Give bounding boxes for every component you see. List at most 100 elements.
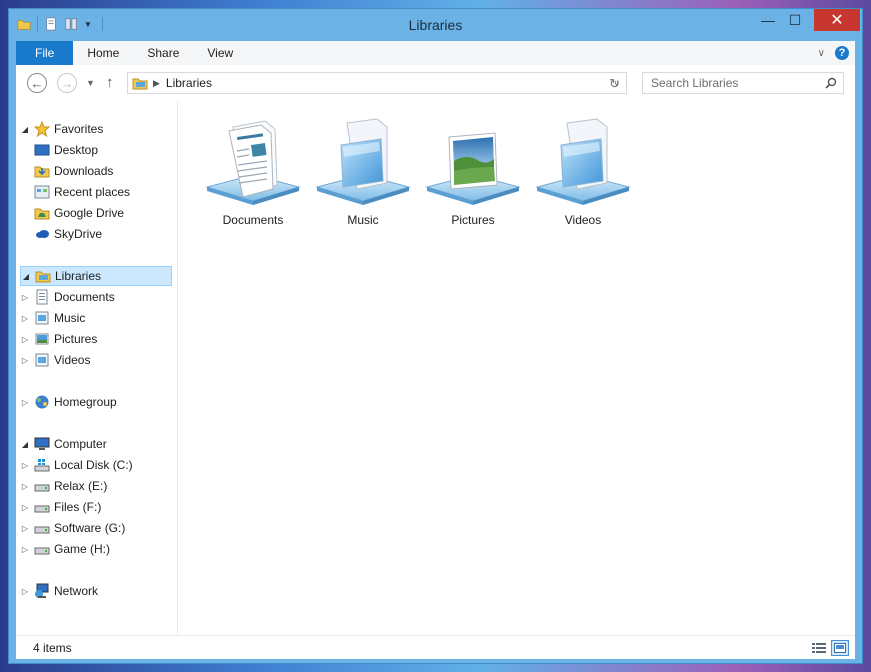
address-bar[interactable]: ▶ Libraries ∨ [127,72,627,94]
forward-button[interactable]: → [57,73,77,93]
expand-arrow-icon[interactable]: ▷ [20,356,30,365]
sidebar-item-label: Network [54,584,99,598]
library-item-music[interactable]: Music [308,117,418,227]
tab-file[interactable]: File [16,41,74,65]
up-arrow-icon[interactable]: ↑ [106,74,114,91]
sidebar-item-libraries[interactable]: ◢ Libraries [20,266,172,286]
maximize-icon: ☐ [788,11,802,28]
expand-arrow-icon[interactable]: ▷ [20,314,30,323]
search-input[interactable] [651,76,811,90]
file-view[interactable]: Documents Music Pictures Videos [178,101,855,635]
navigation-bar: ← → ▼ ↑ ▶ Libraries ∨ ↻ [16,65,855,102]
search-icon[interactable] [825,77,837,89]
sidebar-item-local-disk-c[interactable]: ▷ Local Disk (C:) [20,455,172,475]
sidebar-item-label: Pictures [54,332,98,346]
sidebar-item-label: Game (H:) [54,542,111,556]
details-view-icon [812,642,826,653]
expand-arrow-icon[interactable]: ▷ [20,482,30,491]
sidebar-item-label: Videos [54,353,91,367]
navigation-pane[interactable]: ◢ Favorites Desktop Downloads Recent pla… [16,101,178,635]
sidebar-item-relax-e[interactable]: ▷ Relax (E:) [20,476,172,496]
network-icon [35,583,49,598]
sidebar-item-videos[interactable]: ▷ Videos [20,350,172,370]
tab-view[interactable]: View [193,41,247,65]
sidebar-item-network[interactable]: ▷ Network [20,581,172,601]
local-disk-icon [34,459,50,472]
star-icon [34,121,50,137]
refresh-icon[interactable]: ↻ [609,76,620,92]
item-count: 4 items [33,640,72,655]
sidebar-item-software-g[interactable]: ▷ Software (G:) [20,518,172,538]
title-bar[interactable]: ▼ Libraries — ☐ ✕ [9,9,862,41]
close-icon: ✕ [830,12,844,29]
library-label: Documents [222,213,284,227]
expand-arrow-icon[interactable]: ▷ [20,398,30,407]
sidebar-item-label: Files (F:) [54,500,102,514]
forward-arrow-icon: → [60,75,74,91]
expand-arrow-icon[interactable]: ▷ [20,524,30,533]
sidebar-item-pictures[interactable]: ▷ Pictures [20,329,172,349]
tab-home[interactable]: Home [73,41,133,65]
sidebar-item-favorites[interactable]: ◢ Favorites [20,119,172,139]
sidebar-item-computer[interactable]: ◢ Computer [20,434,172,454]
videos-icon [35,353,49,367]
collapse-arrow-icon[interactable]: ◢ [20,440,30,449]
back-button[interactable]: ← [27,73,47,93]
collapse-arrow-icon[interactable]: ◢ [21,272,31,281]
sidebar-item-label: Favorites [54,122,104,136]
sidebar-item-label: Google Drive [54,206,125,220]
homegroup-icon [35,395,49,409]
expand-arrow-icon[interactable]: ▷ [20,293,30,302]
tab-share[interactable]: Share [133,41,193,65]
sidebar-item-label: Downloads [54,164,114,178]
expand-arrow-icon[interactable]: ▷ [20,503,30,512]
sidebar-item-label: SkyDrive [54,227,103,241]
sidebar-item-label: Recent places [54,185,131,199]
library-item-videos[interactable]: Videos [528,117,638,227]
expand-arrow-icon[interactable]: ▷ [20,335,30,344]
sidebar-item-files-f[interactable]: ▷ Files (F:) [20,497,172,517]
library-item-documents[interactable]: Documents [198,117,308,227]
large-icons-view-icon [834,642,846,653]
expand-ribbon-chevron-icon[interactable]: ∨ [818,48,825,59]
recent-locations-chevron-icon[interactable]: ▼ [86,78,95,88]
window-title: Libraries [408,17,463,33]
sidebar-item-recent-places[interactable]: Recent places [20,182,172,202]
search-box[interactable] [642,72,844,94]
minimize-button[interactable]: — [754,9,782,31]
drive-icon [34,526,50,534]
maximize-button[interactable]: ☐ [782,9,808,31]
back-arrow-icon: ← [30,75,44,91]
minimize-icon: — [761,12,775,28]
sidebar-item-music[interactable]: ▷ Music [20,308,172,328]
music-library-icon [315,118,411,205]
large-icons-view-button[interactable] [831,639,849,656]
expand-arrow-icon[interactable]: ▷ [20,545,30,554]
sidebar-item-documents[interactable]: ▷ Documents [20,287,172,307]
ribbon-tabs: File Home Share View ∨ ? [16,41,855,65]
sidebar-item-google-drive[interactable]: Google Drive [20,203,172,223]
sidebar-item-downloads[interactable]: Downloads [20,161,172,181]
sidebar-item-desktop[interactable]: Desktop [20,140,172,160]
downloads-icon [34,166,50,178]
close-button[interactable]: ✕ [814,9,860,31]
expand-arrow-icon[interactable]: ▷ [20,587,30,596]
drive-icon [34,547,50,555]
collapse-arrow-icon[interactable]: ◢ [20,125,30,134]
pictures-library-icon [425,132,521,205]
sidebar-item-skydrive[interactable]: SkyDrive [20,224,172,244]
sidebar-item-homegroup[interactable]: ▷ Homegroup [20,392,172,412]
breadcrumb-separator-icon[interactable]: ▶ [153,78,160,89]
expand-arrow-icon[interactable]: ▷ [20,461,30,470]
breadcrumb-libraries[interactable]: Libraries [166,76,212,90]
library-item-pictures[interactable]: Pictures [418,117,528,227]
sidebar-item-game-h[interactable]: ▷ Game (H:) [20,539,172,559]
help-icon[interactable]: ? [835,46,849,60]
sidebar-item-label: Homegroup [54,395,117,409]
desktop-icon [34,144,50,156]
details-view-button[interactable] [810,640,828,656]
library-label: Music [347,213,379,227]
explorer-body: ◢ Favorites Desktop Downloads Recent pla… [16,101,855,635]
library-label: Pictures [451,213,495,227]
drive-icon [34,484,50,492]
